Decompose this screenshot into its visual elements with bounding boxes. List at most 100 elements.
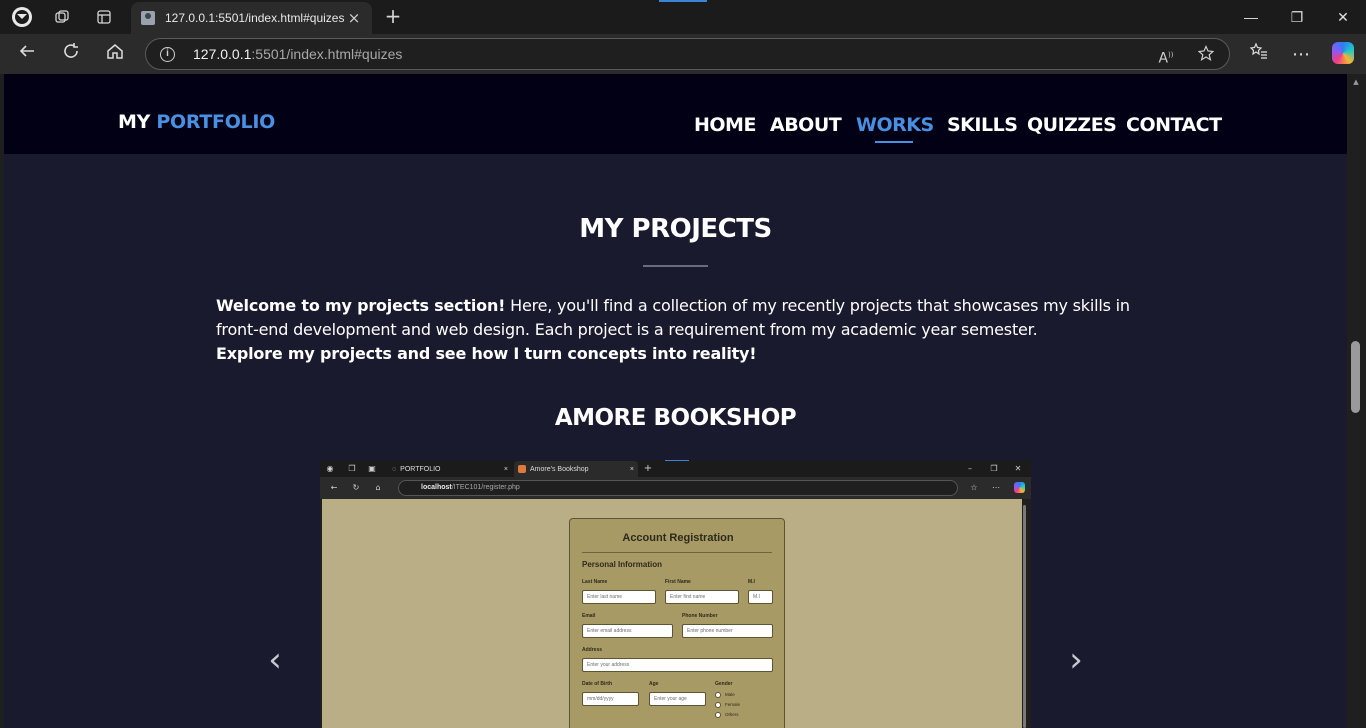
tab-actions-icon[interactable]: [92, 6, 116, 28]
carousel-prev-arrow-icon[interactable]: ‹: [263, 642, 287, 678]
favorite-star-icon[interactable]: [1194, 45, 1218, 65]
radio-others-label: Others: [725, 712, 739, 717]
input-phone: Enter phone number: [682, 624, 773, 638]
shot-profile-icon: ◉: [326, 464, 334, 473]
shot-tab-bar: ◉ ❐ ▣ ◌ PORTFOLIO × Amore's Bookshop × +…: [320, 460, 1031, 477]
logo-portfolio: PORTFOLIO: [156, 111, 275, 133]
read-aloud-icon[interactable]: A)): [1154, 45, 1178, 67]
shot-address-bar: ← ↻ ⌂ localhost/ITEC101/register.php ☆ ⋯: [320, 477, 1031, 499]
scroll-up-icon[interactable]: ▲: [1351, 78, 1361, 88]
refresh-icon[interactable]: [58, 42, 84, 68]
project-screenshot: ◉ ❐ ▣ ◌ PORTFOLIO × Amore's Bookshop × +…: [320, 460, 1031, 728]
radio-female: [715, 702, 721, 708]
shot-more-icon: ⋯: [992, 483, 1000, 492]
url-path: :5501/index.html#quizes: [251, 46, 403, 62]
logo-my: MY: [118, 111, 151, 133]
shot-url-path: /ITEC101/register.php: [451, 484, 520, 491]
close-window-button[interactable]: ✕: [1328, 6, 1358, 28]
nav-about[interactable]: ABOUT: [770, 114, 842, 136]
projects-intro: Welcome to my projects section! Here, yo…: [216, 294, 1156, 366]
label-age: Age: [649, 681, 659, 687]
home-icon[interactable]: [102, 42, 128, 68]
shot-tab1-close-icon: ×: [503, 465, 508, 473]
form-divider: [582, 552, 772, 553]
more-options-icon[interactable]: ⋯: [1288, 42, 1314, 68]
tab-title: 127.0.0.1:5501/index.html#quizes: [165, 11, 345, 25]
label-dob: Date of Birth: [582, 681, 612, 687]
shot-tab1-label: PORTFOLIO: [400, 465, 441, 473]
active-nav-underline: [875, 141, 913, 143]
page-scrollbar-thumb[interactable]: [1351, 341, 1360, 413]
input-first-name: Enter first name: [665, 590, 739, 604]
input-mi: M.I: [748, 590, 773, 604]
shot-tab-actions-icon: ▣: [368, 464, 376, 473]
radio-female-label: Female: [725, 702, 741, 707]
new-tab-button[interactable]: +: [382, 6, 404, 28]
active-browser-tab[interactable]: 127.0.0.1:5501/index.html#quizes ×: [131, 2, 372, 34]
shot-close-icon: ✕: [1014, 464, 1022, 473]
site-info-icon[interactable]: i: [160, 46, 175, 62]
workspaces-icon[interactable]: [50, 6, 74, 28]
site-logo[interactable]: MY PORTFOLIO: [118, 111, 275, 133]
tab-close-icon[interactable]: ×: [346, 9, 362, 27]
shot-url-field: localhost/ITEC101/register.php: [398, 480, 958, 496]
shot-refresh-icon: ↻: [352, 483, 360, 492]
back-arrow-icon[interactable]: [14, 42, 40, 68]
web-page: MY PORTFOLIO HOME ABOUT WORKS SKILLS QUI…: [4, 74, 1347, 728]
shot-globe-icon: ◌: [392, 465, 397, 473]
shot-restore-icon: ❐: [990, 464, 998, 473]
nav-quizzes[interactable]: QUIZZES: [1027, 114, 1117, 136]
shot-accent: [665, 460, 689, 461]
project-title: AMORE BOOKSHOP: [554, 405, 797, 431]
top-accent-bar: [659, 0, 707, 2]
site-header: MY PORTFOLIO HOME ABOUT WORKS SKILLS QUI…: [4, 74, 1347, 154]
carousel-next-arrow-icon[interactable]: ›: [1064, 642, 1088, 678]
copilot-icon[interactable]: [1332, 42, 1354, 64]
browser-address-bar: i 127.0.0.1:5501/index.html#quizes A)) ⋯: [0, 34, 1366, 74]
label-mi: M.I: [748, 579, 755, 585]
shot-tab-portfolio: ◌ PORTFOLIO ×: [388, 461, 512, 477]
label-last-name: Last Name: [582, 579, 608, 585]
shot-url-host: localhost: [421, 484, 452, 491]
nav-contact[interactable]: CONTACT: [1126, 114, 1222, 136]
nav-home[interactable]: HOME: [694, 114, 756, 136]
radio-others: [715, 712, 721, 718]
site-favicon-icon: [141, 11, 155, 25]
shot-home-icon: ⌂: [375, 483, 381, 492]
input-last-name: Enter last name: [582, 590, 656, 604]
browser-tab-bar: 127.0.0.1:5501/index.html#quizes × + — ❐…: [0, 0, 1366, 34]
form-section-title: Personal Information: [582, 560, 663, 569]
shot-page: Account Registration Personal Informatio…: [322, 499, 1022, 728]
shot-copilot-icon: [1014, 482, 1025, 493]
nav-skills[interactable]: SKILLS: [947, 114, 1018, 136]
input-address: Enter your address: [582, 658, 773, 672]
input-age: Enter your age: [649, 692, 706, 706]
label-email: Email: [582, 613, 596, 619]
url-field[interactable]: i 127.0.0.1:5501/index.html#quizes A)): [145, 38, 1230, 70]
label-gender: Gender: [715, 681, 733, 687]
shot-new-tab-icon: +: [643, 463, 653, 474]
radio-male-label: Male: [725, 692, 735, 697]
label-address: Address: [582, 647, 603, 653]
shot-workspaces-icon: ❐: [348, 464, 356, 473]
registration-form: Account Registration Personal Informatio…: [569, 518, 785, 728]
shot-tab2-close-icon: ×: [629, 465, 634, 473]
shot-minimize-icon: –: [968, 464, 972, 473]
shot-scrollbar: [1023, 505, 1026, 728]
intro-bold: Welcome to my projects section!: [216, 296, 506, 315]
shot-bookshop-favicon-icon: [518, 465, 526, 473]
nav-works[interactable]: WORKS: [856, 114, 934, 136]
profile-icon[interactable]: [10, 6, 34, 28]
input-email: Enter email address: [582, 624, 673, 638]
title-divider: [643, 265, 708, 267]
label-phone: Phone Number: [682, 613, 718, 619]
intro-cta: Explore my projects and see how I turn c…: [216, 344, 757, 363]
input-dob: mm/dd/yyyy: [582, 692, 639, 706]
favorites-icon[interactable]: [1246, 42, 1272, 68]
shot-favorites-icon: ☆: [970, 483, 978, 492]
shot-tab2-label: Amore's Bookshop: [530, 465, 589, 473]
section-title: MY PROJECTS: [579, 214, 772, 244]
minimize-button[interactable]: —: [1236, 6, 1266, 28]
shot-tab-bookshop: Amore's Bookshop ×: [514, 461, 638, 477]
restore-button[interactable]: ❐: [1282, 6, 1312, 28]
